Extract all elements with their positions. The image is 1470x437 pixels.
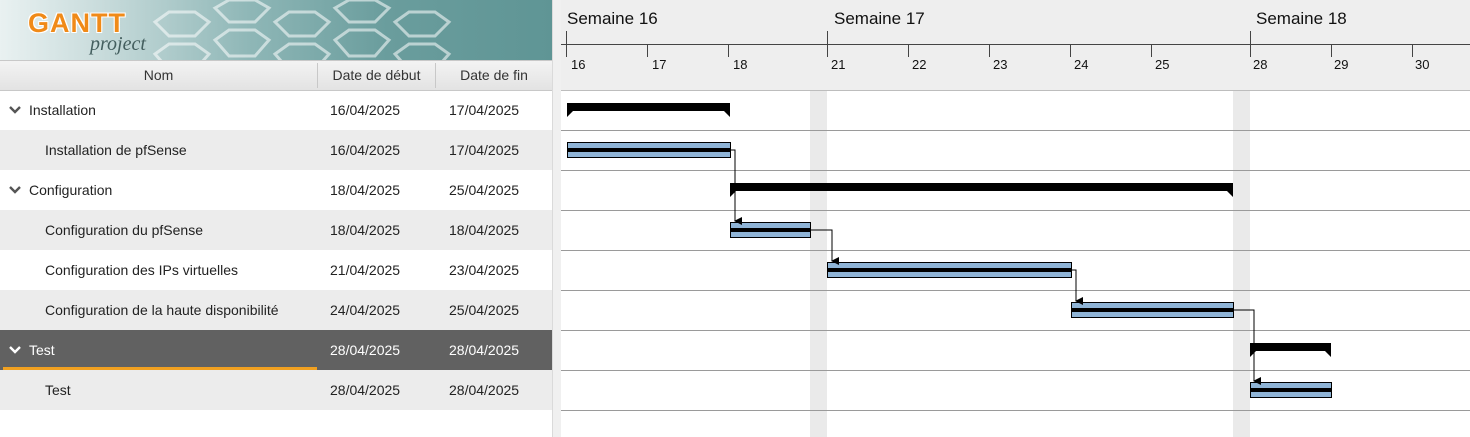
task-end-date: 28/04/2025 — [449, 342, 520, 358]
day-tick — [647, 45, 648, 57]
task-name: Configuration de la haute disponibilité — [45, 302, 279, 318]
chevron-down-icon[interactable] — [9, 184, 21, 196]
gantt-bars-canvas[interactable] — [561, 91, 1470, 437]
week-label: Semaine 18 — [1256, 9, 1347, 28]
day-label: 18 — [733, 57, 748, 72]
week-tick — [566, 31, 567, 45]
task-bar-installation-pfsense[interactable] — [567, 142, 731, 158]
chevron-down-icon[interactable] — [9, 104, 21, 116]
column-header-start-date[interactable]: Date de début — [318, 61, 435, 90]
logo-project-text: project — [90, 33, 146, 55]
task-name: Installation de pfSense — [45, 142, 187, 158]
day-label: 29 — [1334, 57, 1349, 72]
task-name: Configuration — [29, 182, 113, 198]
task-start-date: 21/04/2025 — [330, 262, 401, 278]
table-row[interactable]: Configuration 18/04/2025 25/04/2025 — [0, 170, 552, 210]
table-row[interactable]: Configuration du pfSense 18/04/2025 18/0… — [0, 210, 552, 250]
table-row[interactable]: Configuration des IPs virtuelles 21/04/2… — [0, 250, 552, 290]
day-tick — [1412, 45, 1413, 57]
task-table-panel: GANTT project Nom Date de début Date de … — [0, 0, 552, 437]
task-end-date: 17/04/2025 — [449, 142, 520, 158]
column-header-name[interactable]: Nom — [0, 61, 317, 90]
task-name: Configuration du pfSense — [45, 222, 203, 238]
day-tick — [1070, 45, 1071, 57]
task-name: Test — [29, 342, 55, 358]
day-label: 22 — [912, 57, 927, 72]
day-tick — [1151, 45, 1152, 57]
task-start-date: 18/04/2025 — [330, 222, 401, 238]
task-start-date: 24/04/2025 — [330, 302, 401, 318]
day-tick — [728, 45, 729, 57]
summary-bar-test[interactable] — [1250, 343, 1331, 357]
table-row[interactable]: Configuration de la haute disponibilité … — [0, 290, 552, 330]
task-start-date: 16/04/2025 — [330, 142, 401, 158]
task-start-date: 18/04/2025 — [330, 182, 401, 198]
task-bar-test[interactable] — [1250, 382, 1332, 398]
task-bar-config-pfsense[interactable] — [730, 222, 811, 238]
gantt-chart-area[interactable]: Semaine 16 Semaine 17 Semaine 18 16 17 1… — [561, 0, 1470, 437]
task-name: Configuration des IPs virtuelles — [45, 262, 238, 278]
gantt-project-logo: GANTT project — [24, 6, 184, 55]
day-tick — [908, 45, 909, 57]
day-label: 24 — [1074, 57, 1089, 72]
day-tick — [1331, 45, 1332, 57]
dependency-arrow — [1072, 269, 1083, 305]
column-header-end-date[interactable]: Date de fin — [436, 61, 552, 90]
task-bar-config-ha[interactable] — [1071, 302, 1234, 318]
task-end-date: 18/04/2025 — [449, 222, 520, 238]
app-logo-banner: GANTT project — [0, 0, 552, 60]
table-header: Nom Date de début Date de fin — [0, 60, 552, 91]
day-tick — [989, 45, 990, 57]
task-start-date: 28/04/2025 — [330, 342, 401, 358]
task-end-date: 17/04/2025 — [449, 102, 520, 118]
task-start-date: 16/04/2025 — [330, 102, 401, 118]
table-row[interactable]: Installation de pfSense 16/04/2025 17/04… — [0, 130, 552, 170]
day-label: 16 — [571, 57, 586, 72]
weekend-band — [810, 91, 827, 437]
day-tick — [827, 45, 828, 57]
week-tick — [1250, 31, 1251, 45]
day-tick — [566, 45, 567, 57]
day-label: 17 — [652, 57, 667, 72]
day-label: 25 — [1155, 57, 1170, 72]
task-name: Installation — [29, 102, 96, 118]
task-start-date: 28/04/2025 — [330, 382, 401, 398]
table-row-selected[interactable]: Test 28/04/2025 28/04/2025 — [0, 330, 552, 370]
day-label: 28 — [1253, 57, 1268, 72]
task-end-date: 25/04/2025 — [449, 182, 520, 198]
day-label: 23 — [993, 57, 1008, 72]
chevron-down-icon[interactable] — [9, 344, 21, 356]
week-label: Semaine 17 — [834, 9, 925, 28]
table-row[interactable]: Test 28/04/2025 28/04/2025 — [0, 370, 552, 410]
task-bar-config-ips[interactable] — [827, 262, 1072, 278]
table-row[interactable]: Installation 16/04/2025 17/04/2025 — [0, 90, 552, 130]
header-divider — [561, 44, 1470, 45]
summary-bar-installation[interactable] — [567, 103, 730, 117]
timeline-header: Semaine 16 Semaine 17 Semaine 18 16 17 1… — [561, 0, 1470, 91]
day-label: 21 — [831, 57, 846, 72]
task-end-date: 23/04/2025 — [449, 262, 520, 278]
day-tick — [1250, 45, 1251, 57]
week-label: Semaine 16 — [567, 9, 658, 28]
summary-bar-configuration[interactable] — [730, 183, 1233, 197]
week-tick — [827, 31, 828, 45]
weekend-band — [1233, 91, 1250, 437]
task-end-date: 25/04/2025 — [449, 302, 520, 318]
task-name: Test — [45, 382, 71, 398]
task-end-date: 28/04/2025 — [449, 382, 520, 398]
day-label: 30 — [1415, 57, 1430, 72]
